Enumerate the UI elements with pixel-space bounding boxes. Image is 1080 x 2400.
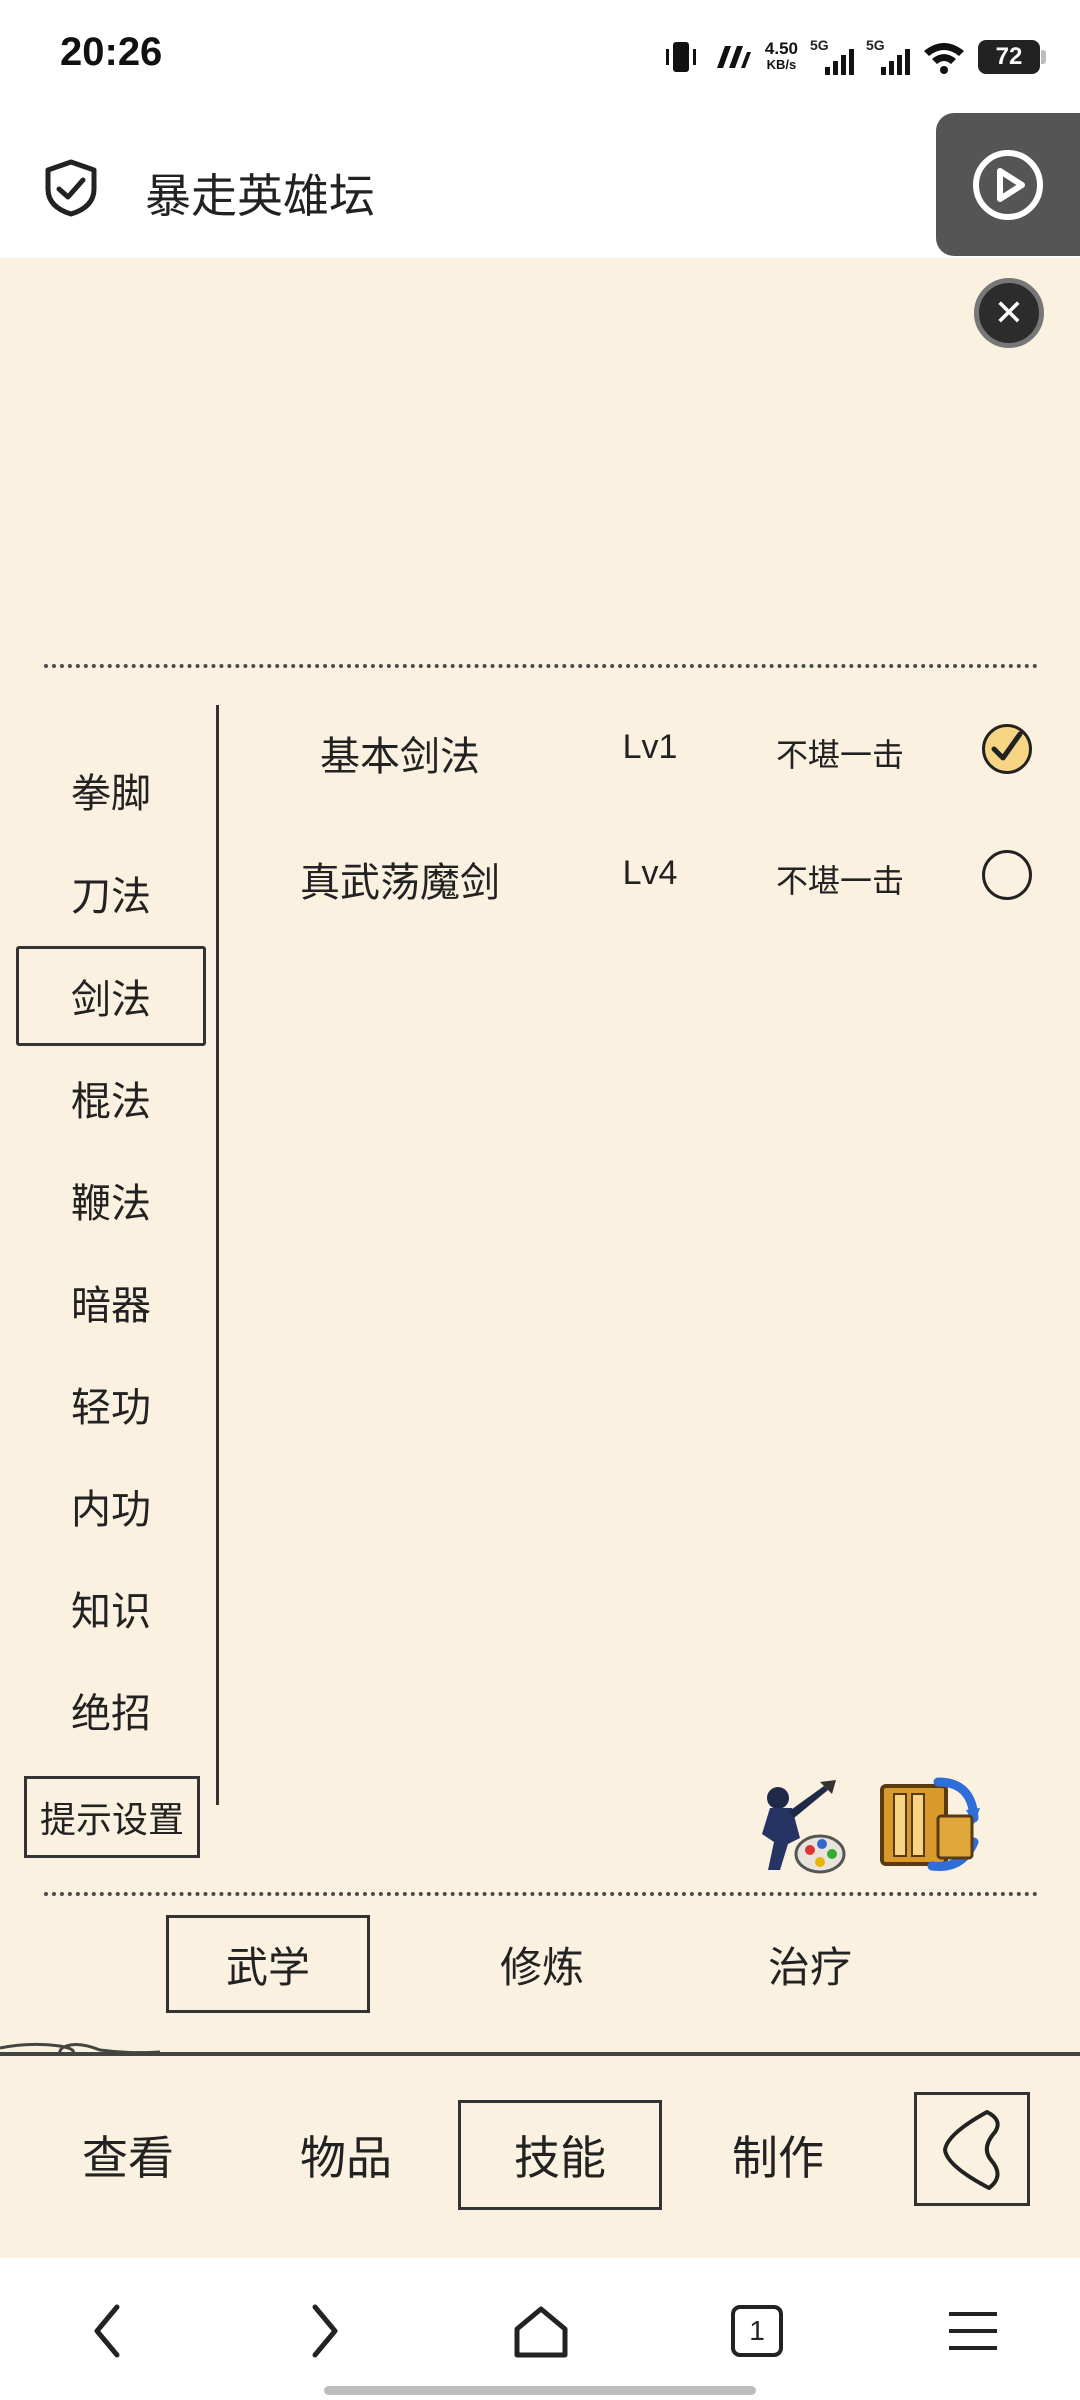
category-label: 暗器 [71,1283,151,1329]
tab-skills[interactable]: 技能 [458,2100,662,2210]
category-label: 知识 [71,1589,151,1635]
net-speed-value: 4.50 [764,39,798,58]
status-icons: 4.50 KB/s 5G 5G 72 [661,32,1046,82]
brush-divider [0,2052,1080,2056]
system-nav-bar: 1 [0,2258,1080,2400]
subtab-healing[interactable]: 治疗 [708,1915,912,2013]
status-bar: 20:26 4.50 KB/s 5G 5G 72 [0,0,1080,115]
skill-row[interactable]: 真武荡魔剑 Lv4 不堪一击 [260,830,1060,920]
vibrate-icon [665,42,696,72]
category-label: 鞭法 [71,1181,151,1227]
category-item[interactable]: 轻功 [16,1356,206,1452]
subtab-martial-arts[interactable]: 武学 [166,1915,370,2013]
tab-view[interactable]: 查看 [26,2100,230,2210]
category-label: 刀法 [71,874,151,920]
category-item[interactable]: 拳脚 [16,742,206,838]
character-palette-icon[interactable] [740,1772,850,1882]
dotted-divider [44,1892,1038,1896]
signal-icon: 5G [810,37,854,77]
tab-label: 制作 [732,2131,824,2185]
category-item[interactable]: 绝招 [16,1662,206,1758]
page-title: 暴走英雄坛 [145,169,375,223]
home-indicator[interactable] [324,2386,756,2395]
play-button[interactable] [936,113,1080,256]
network-speed: 4.50 KB/s [764,39,798,73]
menu-icon [949,2312,997,2350]
category-label: 拳脚 [71,771,151,817]
category-label: 棍法 [71,1079,151,1125]
net-speed-unit: KB/s [766,57,797,72]
tab-label: 查看 [82,2131,174,2185]
nav-tabs-button[interactable]: 1 [722,2296,792,2366]
checkmark-icon [991,731,1023,761]
tab-crafting[interactable]: 制作 [676,2100,880,2210]
category-item[interactable]: 棍法 [16,1050,206,1146]
hint-settings-button[interactable]: 提示设置 [24,1776,200,1858]
back-button[interactable] [914,2092,1030,2206]
subtab-label: 修炼 [499,1942,584,1992]
category-item[interactable]: 知识 [16,1560,206,1656]
skill-row[interactable]: 基本剑法 Lv1 不堪一击 [260,704,1060,794]
battery-icon: 72 [978,40,1046,74]
subtab-label: 武学 [225,1942,310,1992]
skill-name: 真武荡魔剑 [300,860,500,906]
category-label: 剑法 [71,977,151,1023]
subtab-label: 治疗 [767,1942,852,1992]
wifi-icon [924,43,964,74]
equip-toggle[interactable] [982,850,1032,900]
tab-count: 1 [749,2315,765,2346]
equip-toggle[interactable] [982,724,1032,774]
browser-header: 暴走英雄坛 [0,113,1080,258]
skill-rank: 不堪一击 [775,862,904,900]
home-icon [514,2306,568,2358]
skill-rank: 不堪一击 [775,736,904,774]
category-label: 绝招 [71,1691,151,1737]
dotted-divider [44,664,1038,668]
category-label: 轻功 [71,1385,151,1431]
chevron-left-icon [94,2304,120,2358]
close-button[interactable]: ✕ [974,278,1044,348]
game-bottom-tabs: 查看 物品 技能 制作 [0,2058,1080,2258]
nav-back-button[interactable] [72,2296,142,2366]
category-item[interactable]: 刀法 [16,845,206,941]
tab-label: 技能 [514,2131,606,2185]
nav-home-button[interactable] [506,2296,576,2366]
skill-level: Lv1 [622,728,678,766]
vertical-divider [216,705,219,1805]
nav-forward-button[interactable] [290,2296,360,2366]
category-item-selected[interactable]: 剑法 [16,946,206,1046]
nav-menu-button[interactable] [938,2296,1008,2366]
hd-call-icon [716,46,751,68]
category-item[interactable]: 鞭法 [16,1152,206,1248]
tab-label: 物品 [300,2131,392,2185]
subtab-training[interactable]: 修炼 [440,1915,644,2013]
shield-check-icon[interactable] [44,159,98,217]
back-brush-icon [943,2110,1000,2190]
play-icon [973,149,1043,220]
skill-level: Lv4 [622,854,678,892]
category-item[interactable]: 暗器 [16,1254,206,1350]
book-swap-icon[interactable] [876,1776,982,1874]
skill-name: 基本剑法 [320,734,480,780]
chevron-right-icon [312,2304,338,2358]
tab-items[interactable]: 物品 [244,2100,448,2210]
close-icon: ✕ [993,292,1025,334]
category-label: 内功 [71,1487,151,1533]
signal-icon: 5G [866,37,910,77]
status-time: 20:26 [60,30,163,74]
category-item[interactable]: 内功 [16,1458,206,1554]
